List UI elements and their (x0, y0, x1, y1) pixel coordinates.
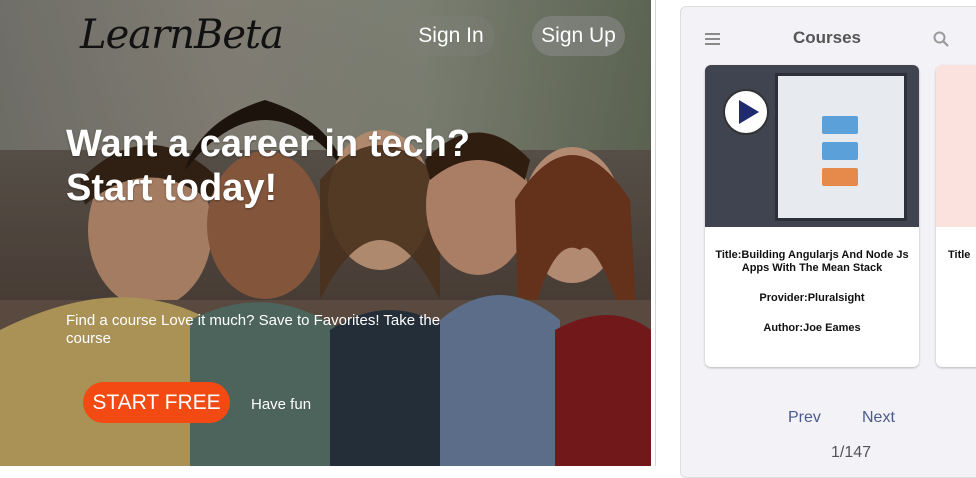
hero-section: LearnBeta Sign In Sign Up Want a career … (0, 0, 651, 466)
headline-line-2: Start today! (66, 167, 278, 209)
page-indicator: 1/147 (831, 444, 872, 461)
course-provider: Provider:Pluralsight (759, 292, 865, 304)
sign-in-button[interactable]: Sign In (407, 16, 495, 56)
courses-app: Courses Title:Building Angularjs And Nod… (680, 6, 976, 478)
logo[interactable]: LearnBeta (80, 12, 284, 58)
have-fun-text: Have fun (251, 396, 312, 413)
sign-up-button[interactable]: Sign Up (532, 16, 625, 56)
course-card[interactable]: Title (936, 65, 976, 367)
hero-tagline: Find a course Love it much? Save to Favo… (66, 312, 441, 347)
search-icon[interactable] (933, 31, 949, 47)
play-icon[interactable] (723, 89, 769, 135)
thumbnail-screen (775, 73, 907, 221)
next-button[interactable]: Next (862, 409, 895, 427)
course-title: Title (948, 249, 971, 261)
course-card[interactable]: Title:Building Angularjs And Node Js App… (705, 65, 919, 367)
course-title: Title:Building Angularjs And Node Js App… (715, 249, 909, 274)
thumbnail-box (822, 116, 858, 134)
thumbnail-box (822, 142, 858, 160)
app-header: Courses (681, 7, 976, 63)
thumbnail-box (822, 168, 858, 186)
prev-button[interactable]: Prev (788, 409, 821, 427)
hero-headline: Want a career in tech? Start today! (66, 122, 470, 210)
start-free-button[interactable]: START FREE (83, 382, 230, 423)
panel-divider-line (655, 0, 656, 466)
course-thumbnail (936, 65, 976, 227)
course-thumbnail (705, 65, 919, 227)
headline-line-1: Want a career in tech? (66, 123, 471, 165)
course-author: Author:Joe Eames (763, 322, 861, 334)
app-title: Courses (792, 28, 862, 47)
